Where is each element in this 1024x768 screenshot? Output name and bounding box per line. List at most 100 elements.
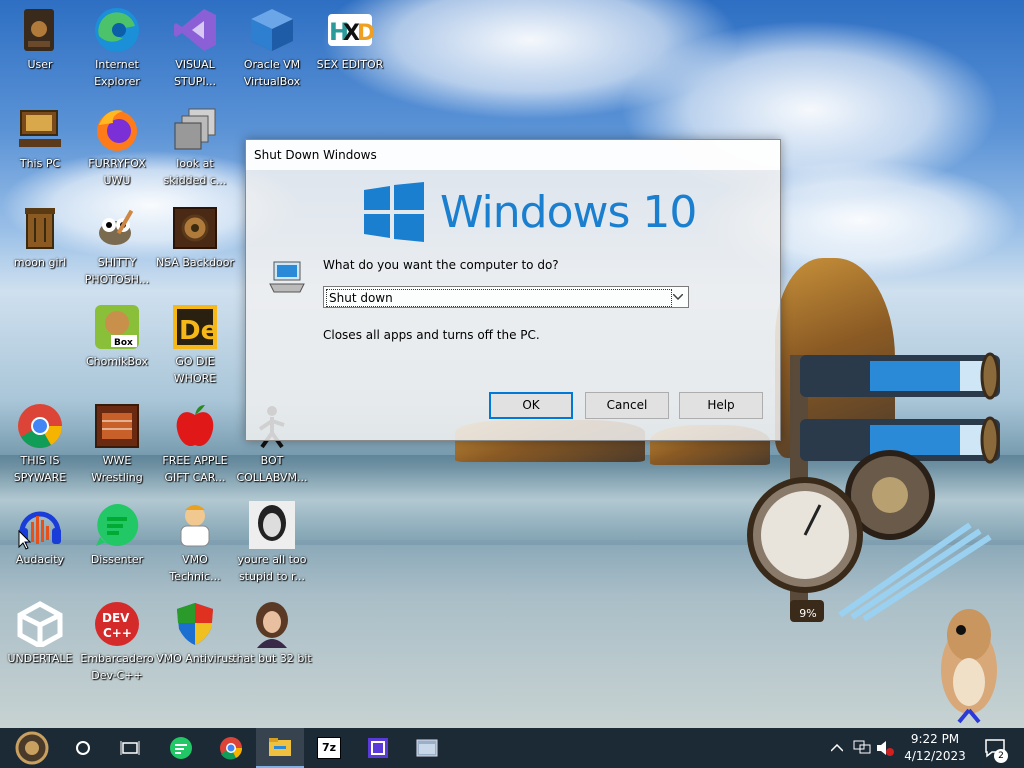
desktop-icon-this-pc[interactable]: This PC: [0, 105, 80, 172]
shutdown-action-select[interactable]: Shut down: [323, 286, 689, 308]
start-icon: [15, 731, 49, 765]
taskbar-7zip[interactable]: 7z: [305, 728, 353, 768]
desktop-icon-shitty-photoshop[interactable]: SHITTY PHOTOSH...: [77, 204, 157, 288]
desktop-icon-dissenter[interactable]: Dissenter: [77, 501, 157, 568]
wrestling-app-icon: [93, 402, 141, 450]
windows-logo-icon: [364, 182, 424, 242]
desktop-icon-label: VMO Technic...: [169, 553, 221, 583]
desktop-icon-label: VMO Antivirus: [156, 652, 234, 665]
desktop-icon-oracle-vm-virtualbox[interactable]: Oracle VM VirtualBox: [232, 6, 312, 90]
mouse-cursor: [18, 529, 32, 554]
network-tray-icon[interactable]: [850, 728, 874, 768]
desktop-icon-furryfox[interactable]: FURRYFOX UWU: [77, 105, 157, 189]
desktop-icon-embarcadero-devcpp[interactable]: DEV C++ Embarcadero Dev-C++: [77, 600, 157, 684]
chrome-icon: [220, 737, 243, 760]
dissenter-icon: [170, 737, 192, 759]
desktop-icon-look-at-skidded[interactable]: look at skidded c...: [155, 105, 235, 189]
windows-logo-text: Windows 10: [440, 186, 697, 238]
chevron-up-icon: [831, 744, 843, 752]
chomikbox-icon: Box: [93, 303, 141, 351]
cortana-icon: [76, 741, 90, 755]
start-button[interactable]: [8, 728, 56, 768]
desktop-icon-label: moon girl: [13, 256, 67, 269]
desktop-icon-label: FREE APPLE GIFT CAR...: [162, 454, 228, 484]
desktop-icon-label: BOT COLLABVM...: [236, 454, 308, 484]
desktop-icon-moon-girl[interactable]: moon girl: [0, 204, 80, 271]
taskbar-file-explorer[interactable]: [256, 728, 304, 768]
desktop-icon-label: look at skidded c...: [163, 157, 227, 187]
portrait-icon: [248, 501, 296, 549]
desktop-icon-label: GO DIE WHORE: [173, 355, 217, 385]
svg-text:De: De: [179, 316, 218, 346]
desktop-icon-go-die[interactable]: De GO DIE WHORE: [155, 303, 235, 387]
taskbar-cmd[interactable]: [403, 728, 451, 768]
chrome-icon: [16, 402, 64, 450]
devcpp-icon: DEV C++: [93, 600, 141, 648]
cortana-button[interactable]: [59, 728, 107, 768]
svg-text:D: D: [357, 21, 374, 46]
7zip-icon: 7z: [317, 737, 341, 759]
desktop-icon-label: Embarcadero Dev-C++: [80, 652, 154, 682]
desktop-icon-youre-all-too-stupid[interactable]: youre all too stupid to r...: [232, 501, 312, 585]
task-view-icon: [120, 741, 140, 755]
desktop-icon-label: Oracle VM VirtualBox: [243, 58, 301, 88]
firefox-icon: [93, 105, 141, 153]
windows-10-logo: Windows 10: [364, 182, 697, 242]
desktop-icon-label: THIS IS SPYWARE: [13, 454, 67, 484]
desktop-icon-label: NSA Backdoor: [155, 256, 235, 269]
clock-date: 4/12/2023: [904, 749, 966, 763]
desktop-icon-audacity[interactable]: Audacity: [0, 501, 80, 568]
hamster-desktop-pet[interactable]: [935, 600, 1005, 728]
show-hidden-icons[interactable]: [826, 728, 848, 768]
desktop-icon-label: UNDERTALE: [7, 652, 73, 665]
shutdown-question-label: What do you want the computer to do?: [323, 258, 559, 272]
action-center-button[interactable]: 2: [980, 728, 1010, 768]
taskbar-app[interactable]: [354, 728, 402, 768]
desktop-icon-this-is-spyware[interactable]: THIS IS SPYWARE: [0, 402, 80, 486]
visual-studio-icon: [171, 6, 219, 54]
file-explorer-icon: [269, 738, 291, 756]
de-app-icon: De: [171, 303, 219, 351]
desktop-icon-label: ChomikBox: [86, 355, 148, 368]
user-folder-icon: [16, 6, 64, 54]
desktop-icon-internet-explorer[interactable]: Internet Explorer: [77, 6, 157, 90]
shutdown-dialog: Shut Down Windows Windows 10 What do you…: [245, 139, 781, 441]
chevron-down-icon[interactable]: [668, 287, 688, 307]
taskbar-dissenter[interactable]: [157, 728, 205, 768]
desktop-icon-free-apple-gift-card[interactable]: FREE APPLE GIFT CAR...: [155, 402, 235, 486]
desktop-icon-vmo-technician[interactable]: VMO Technic...: [155, 501, 235, 585]
action-description: Closes all apps and turns off the PC.: [323, 328, 540, 342]
taskbar-clock[interactable]: 9:22 PM 4/12/2023: [892, 731, 978, 765]
cmd-icon: [416, 739, 438, 757]
desktop-icon-user[interactable]: User: [0, 6, 80, 73]
desktop-icon-label: SHITTY PHOTOSH...: [84, 256, 150, 286]
app-icon: [368, 738, 388, 758]
desktop-icon-label: User: [27, 58, 53, 71]
desktop-icon-label: youre all too stupid to r...: [237, 553, 307, 583]
desktop-icon-label: Audacity: [15, 553, 65, 566]
taskbar-chrome[interactable]: [207, 728, 255, 768]
desktop-icon-nsa-backdoor[interactable]: NSA Backdoor: [155, 204, 235, 271]
desktop-icon-undertale[interactable]: UNDERTALE: [0, 600, 80, 667]
desktop-icon-vmo-antivirus[interactable]: VMO Antivirus: [155, 600, 235, 667]
cancel-button[interactable]: Cancel: [585, 392, 669, 419]
stacked-windows-icon: [171, 105, 219, 153]
svg-text:C++: C++: [103, 626, 132, 640]
dissenter-icon: [93, 501, 141, 549]
portrait-woman-icon: [248, 600, 296, 648]
ok-button[interactable]: OK: [489, 392, 573, 419]
desktop-icon-sex-editor[interactable]: HXD SEX EDITOR: [310, 6, 390, 73]
desktop-icon-wwe-wrestling[interactable]: WWE Wrestling: [77, 402, 157, 486]
recycle-bin-icon: [16, 204, 64, 252]
desktop-icon-that-but-32-bit[interactable]: that but 32 bit: [232, 600, 312, 667]
desktop-icon-visual-stupio[interactable]: VISUAL STUPI...: [155, 6, 235, 90]
help-button[interactable]: Help: [679, 392, 763, 419]
desktop-icon-label: SEX EDITOR: [316, 58, 384, 71]
gimp-icon: [93, 204, 141, 252]
shield-antivirus-icon: [171, 600, 219, 648]
unity-icon: [16, 600, 64, 648]
desktop-icon-chomikbox[interactable]: Box ChomikBox: [77, 303, 157, 370]
virtualbox-icon: [248, 6, 296, 54]
selected-action-value: Shut down: [326, 289, 672, 307]
task-view-button[interactable]: [106, 728, 154, 768]
